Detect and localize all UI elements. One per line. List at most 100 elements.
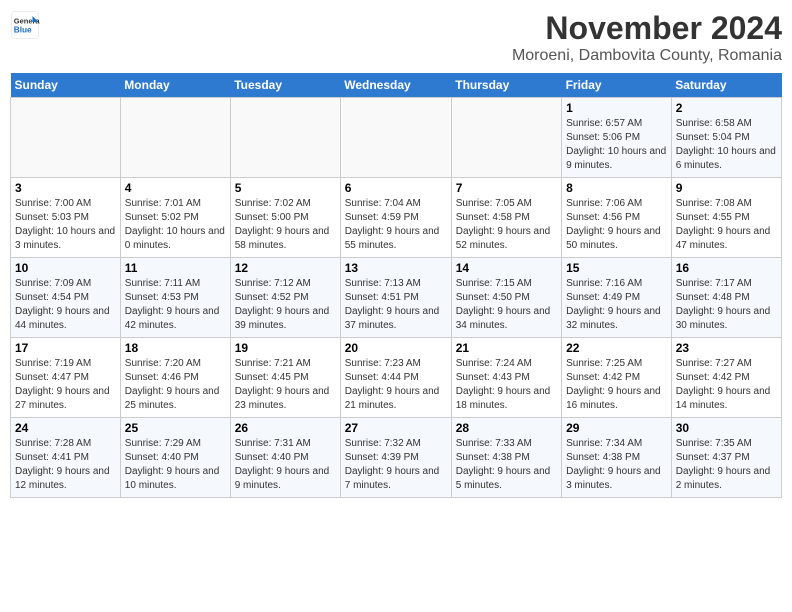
day-number: 13 xyxy=(345,261,447,275)
day-info: Sunrise: 7:05 AM Sunset: 4:58 PM Dayligh… xyxy=(456,197,557,253)
day-number: 23 xyxy=(676,341,777,355)
calendar-cell: 2Sunrise: 6:58 AM Sunset: 5:04 PM Daylig… xyxy=(671,98,781,178)
day-of-week-header: Saturday xyxy=(671,73,781,98)
day-number: 15 xyxy=(566,261,667,275)
page-title: November 2024 xyxy=(512,10,782,47)
calendar-cell: 17 Sunrise: 7:19 AM Sunset: 4:47 PM Dayli… xyxy=(11,338,121,418)
calendar-cell: 28 Sunrise: 7:33 AM Sunset: 4:38 PM Dayli… xyxy=(451,418,561,498)
day-info: Sunrise: 7:13 AM Sunset: 4:51 PM Dayligh… xyxy=(345,277,447,333)
logo: General Blue xyxy=(10,10,40,40)
svg-text:Blue: Blue xyxy=(14,26,32,35)
day-number: 17 xyxy=(15,341,116,355)
calendar-cell: 30 Sunrise: 7:35 AM Sunset: 4:37 PM Dayli… xyxy=(671,418,781,498)
day-info: Sunrise: 7:33 AM Sunset: 4:38 PM Dayligh… xyxy=(456,437,557,493)
day-info: Sunrise: 7:27 AM Sunset: 4:42 PM Dayligh… xyxy=(676,357,777,413)
calendar-cell xyxy=(340,98,451,178)
calendar-cell: 8 Sunrise: 7:06 AM Sunset: 4:56 PM Daylig… xyxy=(562,178,672,258)
day-number: 25 xyxy=(125,421,226,435)
title-section: November 2024 Moroeni, Dambovita County,… xyxy=(512,10,782,65)
calendar-cell: 26 Sunrise: 7:31 AM Sunset: 4:40 PM Dayli… xyxy=(230,418,340,498)
day-info: Sunrise: 7:16 AM Sunset: 4:49 PM Dayligh… xyxy=(566,277,667,333)
day-of-week-header: Thursday xyxy=(451,73,561,98)
day-info: Sunrise: 7:09 AM Sunset: 4:54 PM Dayligh… xyxy=(15,277,116,333)
day-number: 18 xyxy=(125,341,226,355)
calendar-cell: 15 Sunrise: 7:16 AM Sunset: 4:49 PM Dayli… xyxy=(562,258,672,338)
day-number: 12 xyxy=(235,261,336,275)
day-number: 4 xyxy=(125,181,226,195)
calendar-cell: 3 Sunrise: 7:00 AM Sunset: 5:03 PM Daylig… xyxy=(11,178,121,258)
day-number: 7 xyxy=(456,181,557,195)
day-info: Sunrise: 7:35 AM Sunset: 4:37 PM Dayligh… xyxy=(676,437,777,493)
logo-icon: General Blue xyxy=(10,10,40,40)
day-info: Sunrise: 7:02 AM Sunset: 5:00 PM Dayligh… xyxy=(235,197,336,253)
day-number: 28 xyxy=(456,421,557,435)
day-number: 16 xyxy=(676,261,777,275)
calendar-cell: 21 Sunrise: 7:24 AM Sunset: 4:43 PM Dayli… xyxy=(451,338,561,418)
day-number: 1 xyxy=(566,101,667,115)
day-info: Sunrise: 7:11 AM Sunset: 4:53 PM Dayligh… xyxy=(125,277,226,333)
day-info: Sunrise: 7:06 AM Sunset: 4:56 PM Dayligh… xyxy=(566,197,667,253)
day-of-week-header: Friday xyxy=(562,73,672,98)
day-number: 2 xyxy=(676,101,777,115)
calendar-week-row: 17 Sunrise: 7:19 AM Sunset: 4:47 PM Dayli… xyxy=(11,338,782,418)
calendar-cell: 24 Sunrise: 7:28 AM Sunset: 4:41 PM Dayli… xyxy=(11,418,121,498)
calendar-cell: 13 Sunrise: 7:13 AM Sunset: 4:51 PM Dayli… xyxy=(340,258,451,338)
calendar-cell: 7 Sunrise: 7:05 AM Sunset: 4:58 PM Daylig… xyxy=(451,178,561,258)
day-number: 24 xyxy=(15,421,116,435)
calendar-week-row: 1 Sunrise: 6:57 AM Sunset: 5:06 PM Daylig… xyxy=(11,98,782,178)
calendar-cell: 23 Sunrise: 7:27 AM Sunset: 4:42 PM Dayli… xyxy=(671,338,781,418)
day-info: Sunrise: 7:31 AM Sunset: 4:40 PM Dayligh… xyxy=(235,437,336,493)
day-info: Sunrise: 7:04 AM Sunset: 4:59 PM Dayligh… xyxy=(345,197,447,253)
day-info: Sunrise: 7:00 AM Sunset: 5:03 PM Dayligh… xyxy=(15,197,116,253)
calendar-cell xyxy=(451,98,561,178)
day-info: Sunrise: 7:21 AM Sunset: 4:45 PM Dayligh… xyxy=(235,357,336,413)
calendar-cell xyxy=(120,98,230,178)
day-info: Sunrise: 7:32 AM Sunset: 4:39 PM Dayligh… xyxy=(345,437,447,493)
day-info: Sunrise: 7:19 AM Sunset: 4:47 PM Dayligh… xyxy=(15,357,116,413)
calendar-cell: 29 Sunrise: 7:34 AM Sunset: 4:38 PM Dayli… xyxy=(562,418,672,498)
day-number: 30 xyxy=(676,421,777,435)
calendar-cell: 18Sunrise: 7:20 AM Sunset: 4:46 PM Dayli… xyxy=(120,338,230,418)
calendar-table: SundayMondayTuesdayWednesdayThursdayFrid… xyxy=(10,73,782,498)
calendar-cell: 9Sunrise: 7:08 AM Sunset: 4:55 PM Daylig… xyxy=(671,178,781,258)
day-of-week-header: Sunday xyxy=(11,73,121,98)
day-info: Sunrise: 7:17 AM Sunset: 4:48 PM Dayligh… xyxy=(676,277,777,333)
calendar-cell: 14Sunrise: 7:15 AM Sunset: 4:50 PM Dayli… xyxy=(451,258,561,338)
calendar-week-row: 3 Sunrise: 7:00 AM Sunset: 5:03 PM Daylig… xyxy=(11,178,782,258)
calendar-cell: 6 Sunrise: 7:04 AM Sunset: 4:59 PM Daylig… xyxy=(340,178,451,258)
calendar-cell xyxy=(11,98,121,178)
day-number: 14 xyxy=(456,261,557,275)
day-info: Sunrise: 7:25 AM Sunset: 4:42 PM Dayligh… xyxy=(566,357,667,413)
calendar-cell: 4 Sunrise: 7:01 AM Sunset: 5:02 PM Daylig… xyxy=(120,178,230,258)
day-number: 21 xyxy=(456,341,557,355)
day-info: Sunrise: 7:29 AM Sunset: 4:40 PM Dayligh… xyxy=(125,437,226,493)
day-number: 8 xyxy=(566,181,667,195)
calendar-cell: 1 Sunrise: 6:57 AM Sunset: 5:06 PM Daylig… xyxy=(562,98,672,178)
calendar-week-row: 24 Sunrise: 7:28 AM Sunset: 4:41 PM Dayli… xyxy=(11,418,782,498)
day-number: 10 xyxy=(15,261,116,275)
calendar-cell: 27Sunrise: 7:32 AM Sunset: 4:39 PM Dayli… xyxy=(340,418,451,498)
calendar-cell: 25 Sunrise: 7:29 AM Sunset: 4:40 PM Dayli… xyxy=(120,418,230,498)
day-number: 26 xyxy=(235,421,336,435)
day-info: Sunrise: 7:24 AM Sunset: 4:43 PM Dayligh… xyxy=(456,357,557,413)
day-number: 22 xyxy=(566,341,667,355)
page-header: General Blue November 2024 Moroeni, Damb… xyxy=(10,10,782,65)
calendar-cell: 16 Sunrise: 7:17 AM Sunset: 4:48 PM Dayli… xyxy=(671,258,781,338)
day-info: Sunrise: 7:12 AM Sunset: 4:52 PM Dayligh… xyxy=(235,277,336,333)
calendar-header-row: SundayMondayTuesdayWednesdayThursdayFrid… xyxy=(11,73,782,98)
day-number: 29 xyxy=(566,421,667,435)
day-info: Sunrise: 7:08 AM Sunset: 4:55 PM Dayligh… xyxy=(676,197,777,253)
day-info: Sunrise: 7:28 AM Sunset: 4:41 PM Dayligh… xyxy=(15,437,116,493)
calendar-cell: 5Sunrise: 7:02 AM Sunset: 5:00 PM Daylig… xyxy=(230,178,340,258)
day-info: Sunrise: 7:01 AM Sunset: 5:02 PM Dayligh… xyxy=(125,197,226,253)
calendar-body: 1 Sunrise: 6:57 AM Sunset: 5:06 PM Daylig… xyxy=(11,98,782,498)
day-number: 19 xyxy=(235,341,336,355)
day-info: Sunrise: 6:57 AM Sunset: 5:06 PM Dayligh… xyxy=(566,117,667,173)
day-number: 3 xyxy=(15,181,116,195)
day-number: 11 xyxy=(125,261,226,275)
day-number: 6 xyxy=(345,181,447,195)
day-info: Sunrise: 7:34 AM Sunset: 4:38 PM Dayligh… xyxy=(566,437,667,493)
calendar-cell: 20Sunrise: 7:23 AM Sunset: 4:44 PM Dayli… xyxy=(340,338,451,418)
calendar-cell: 19 Sunrise: 7:21 AM Sunset: 4:45 PM Dayli… xyxy=(230,338,340,418)
calendar-cell: 11 Sunrise: 7:11 AM Sunset: 4:53 PM Dayli… xyxy=(120,258,230,338)
